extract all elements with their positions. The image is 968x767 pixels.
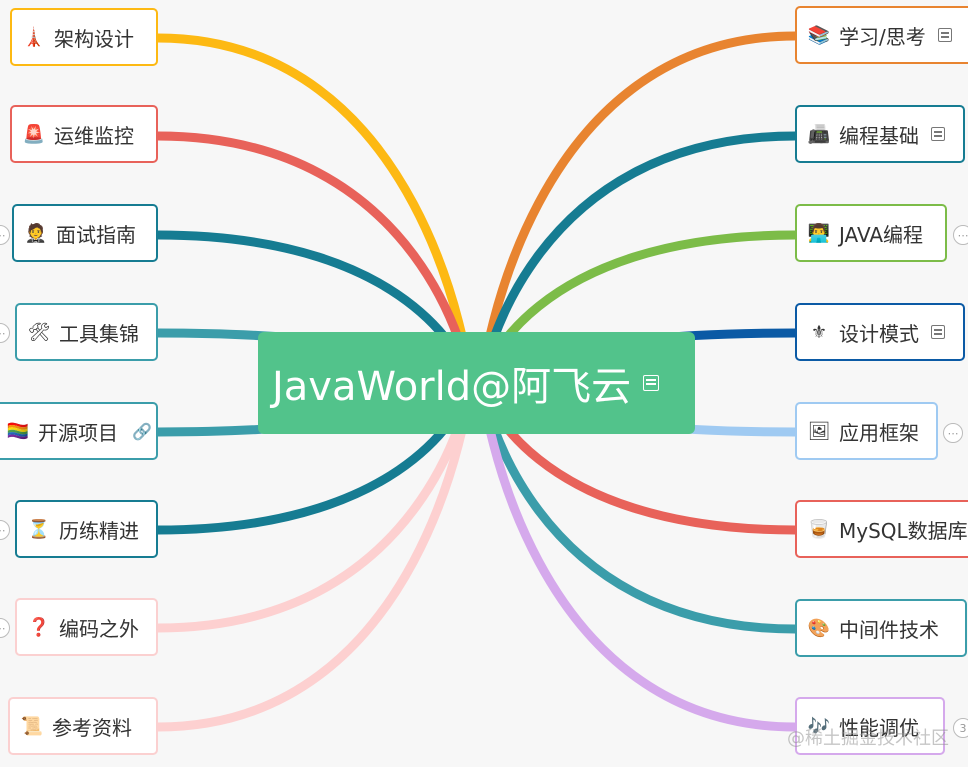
node-label: 架构设计 [54, 26, 134, 51]
node-label: JAVA编程 [839, 222, 924, 247]
node-tools-collection[interactable]: 🛠 工具集锦 [15, 303, 158, 361]
frame-icon: 🖼 [807, 420, 831, 442]
expand-more-icon[interactable]: ⋯ [953, 225, 968, 245]
scroll-icon: 📜 [20, 715, 44, 737]
node-label: 面试指南 [56, 222, 136, 247]
rainbow-flag-icon: 🏳️‍🌈 [6, 420, 30, 442]
collapsed-count-badge[interactable]: 3 [953, 718, 968, 738]
node-label: 编码之外 [59, 616, 139, 641]
node-experience-growth[interactable]: ⏳ 历练精进 [15, 500, 158, 558]
siren-icon: 🚨 [22, 123, 46, 145]
note-icon[interactable] [931, 325, 945, 339]
node-references[interactable]: 📜 参考资料 [8, 697, 158, 755]
person-icon: 🤵 [24, 222, 48, 244]
note-icon[interactable] [931, 127, 945, 141]
root-title: JavaWorld@阿飞云 [272, 364, 632, 410]
question-icon: ❓ [27, 616, 51, 638]
node-beyond-coding[interactable]: ❓ 编码之外 [15, 598, 158, 656]
node-open-source-projects[interactable]: 🏳️‍🌈 开源项目 🔗 [0, 402, 158, 460]
node-application-frameworks[interactable]: 🖼 应用框架 [795, 402, 938, 460]
node-middleware-tech[interactable]: 🎨 中间件技术 [795, 599, 967, 657]
node-label: MySQL数据库 [839, 518, 968, 543]
node-label: 历练精进 [59, 518, 139, 543]
node-label: 运维监控 [54, 123, 134, 148]
node-learning-thinking[interactable]: 📚 学习/思考 [795, 6, 968, 64]
link-icon[interactable]: 🔗 [132, 422, 152, 441]
technologist-icon: 👨‍💻 [807, 222, 831, 244]
note-icon[interactable] [937, 28, 952, 42]
node-label: 应用框架 [839, 420, 919, 445]
node-ops-monitoring[interactable]: 🚨 运维监控 [10, 105, 158, 163]
node-architecture-design[interactable]: 🗼 架构设计 [10, 8, 158, 66]
tools-icon: 🛠 [27, 321, 51, 343]
expand-more-icon[interactable]: ⋯ [943, 423, 963, 443]
root-node[interactable]: JavaWorld@阿飞云 [258, 332, 695, 434]
watermark: @稀土掘金技术社区 [787, 728, 949, 749]
note-icon[interactable] [643, 375, 660, 391]
node-design-patterns[interactable]: ⚜ 设计模式 [795, 303, 965, 361]
typewriter-icon: 📠 [807, 123, 831, 145]
node-label: 工具集锦 [59, 321, 139, 346]
node-programming-basics[interactable]: 📠 编程基础 [795, 105, 965, 163]
beer-mug-icon: 🥃 [807, 518, 831, 540]
node-label: 编程基础 [839, 123, 919, 148]
fleur-de-lis-icon: ⚜ [810, 321, 828, 343]
palette-icon: 🎨 [807, 617, 831, 639]
node-java-programming[interactable]: 👨‍💻 JAVA编程 [795, 204, 947, 262]
node-label: 参考资料 [52, 715, 132, 740]
node-label: 学习/思考 [839, 24, 926, 49]
node-mysql-database[interactable]: 🥃 MySQL数据库 [795, 500, 968, 558]
node-label: 设计模式 [839, 321, 919, 346]
books-icon: 📚 [807, 24, 831, 46]
node-label: 中间件技术 [839, 617, 939, 642]
hourglass-icon: ⏳ [27, 518, 51, 540]
node-label: 开源项目 [38, 420, 118, 445]
node-interview-guide[interactable]: 🤵 面试指南 [12, 204, 158, 262]
tower-icon: 🗼 [22, 26, 46, 48]
